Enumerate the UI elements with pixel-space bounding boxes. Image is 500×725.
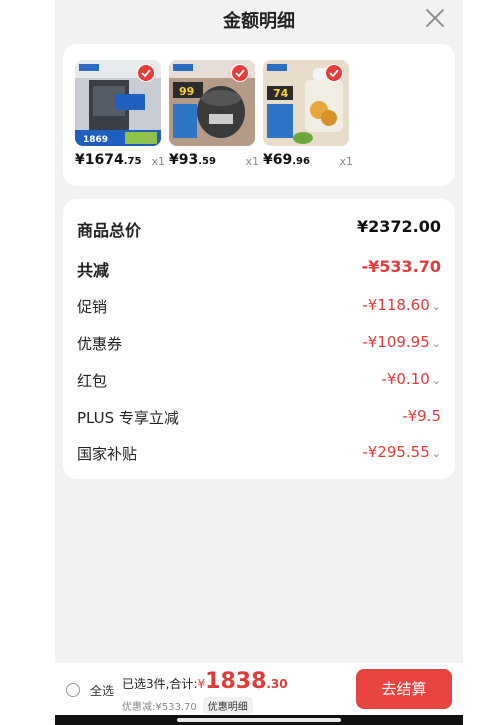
product-list-card: 1869 ¥1674.75 x1 99 ¥93.59 x1 74 ¥69.96 … xyxy=(63,44,455,186)
price-breakdown-card: 商品总价 ¥2372.00 共减 -¥533.70 促销 -¥118.60 ⌄ 优… xyxy=(63,199,455,479)
badge-text: 1869 xyxy=(83,135,108,145)
product-price-row: ¥93.59 x1 xyxy=(169,152,261,172)
sheet-header: 金额明细 xyxy=(55,0,463,40)
discount-row-promotion[interactable]: 促销 -¥118.60 ⌄ xyxy=(77,296,441,318)
checkout-button[interactable]: 去结算 xyxy=(356,669,452,709)
discount-label: PLUS 专享立减 xyxy=(77,409,179,427)
discount-row-red-packet[interactable]: 红包 -¥0.10 ⌄ xyxy=(77,370,441,392)
chevron-down-icon: ⌄ xyxy=(431,447,441,460)
total-integer: 1838 xyxy=(205,669,267,694)
product-qty: x1 xyxy=(151,155,165,168)
product-qty: x1 xyxy=(245,155,259,168)
discount-row-national-subsidy[interactable]: 国家补贴 -¥295.55 ⌄ xyxy=(77,443,441,465)
discount-label: 国家补贴 xyxy=(77,445,138,463)
product-item[interactable]: 74 ¥69.96 x1 xyxy=(263,60,355,170)
product-price: ¥93.59 xyxy=(169,152,216,168)
total-price-label: 商品总价 xyxy=(77,221,142,240)
selected-check-icon[interactable] xyxy=(325,64,343,82)
select-all-label[interactable]: 全选 xyxy=(90,682,114,699)
discount-row-coupon[interactable]: 优惠券 -¥109.95 ⌄ xyxy=(77,333,441,355)
home-indicator[interactable] xyxy=(177,718,341,722)
total-reduction-label: 共减 xyxy=(77,261,110,280)
chevron-down-icon: ⌄ xyxy=(431,374,441,387)
discount-value: -¥109.95 ⌄ xyxy=(362,333,441,351)
select-all-radio[interactable] xyxy=(66,683,80,697)
total-price-value: ¥2372.00 xyxy=(356,217,441,236)
total-reduction-row: 共减 -¥533.70 xyxy=(77,257,441,280)
product-price-row: ¥1674.75 x1 xyxy=(75,152,167,172)
product-qty: x1 xyxy=(339,155,353,168)
chevron-down-icon: ⌄ xyxy=(431,337,441,350)
total-currency: ¥ xyxy=(197,677,206,691)
sheet-title: 金额明细 xyxy=(223,11,295,32)
discount-value: -¥0.10 ⌄ xyxy=(381,370,441,388)
discount-value: -¥118.60 ⌄ xyxy=(362,296,441,314)
badge-text: 74 xyxy=(273,87,289,100)
order-total: 已选3件,合计:¥1838.30 xyxy=(122,669,288,694)
discount-row-plus: PLUS 专享立减 -¥9.5 xyxy=(77,407,441,429)
discount-amount: 优惠减:¥533.70 xyxy=(122,702,197,713)
selected-summary: 已选3件,合计: xyxy=(122,677,198,691)
discount-label: 红包 xyxy=(77,372,108,390)
product-item[interactable]: 1869 ¥1674.75 x1 xyxy=(75,60,167,170)
product-price: ¥69.96 xyxy=(263,152,310,168)
discount-label: 优惠券 xyxy=(77,335,123,353)
total-reduction-value: -¥533.70 xyxy=(361,257,441,276)
product-price: ¥1674.75 xyxy=(75,152,142,168)
checkout-bar: 全选 已选3件,合计:¥1838.30 优惠减:¥533.70 优惠明细 去结算 xyxy=(55,663,463,715)
amount-detail-sheet: 金额明细 1869 ¥1674.75 x1 99 ¥93.59 x1 74 ¥6… xyxy=(55,0,463,725)
selected-check-icon[interactable] xyxy=(231,64,249,82)
badge-text: 99 xyxy=(179,85,194,98)
close-icon[interactable] xyxy=(423,6,447,30)
discount-value: -¥9.5 xyxy=(402,407,441,425)
discount-label: 促销 xyxy=(77,298,108,316)
discount-detail-button[interactable]: 优惠明细 xyxy=(202,697,253,714)
selected-check-icon[interactable] xyxy=(137,64,155,82)
discount-value: -¥295.55 ⌄ xyxy=(362,443,441,461)
chevron-down-icon: ⌄ xyxy=(431,300,441,313)
product-price-row: ¥69.96 x1 xyxy=(263,152,355,172)
total-price-row: 商品总价 ¥2372.00 xyxy=(77,217,441,240)
total-decimal: .30 xyxy=(266,677,288,691)
discount-summary: 优惠减:¥533.70 优惠明细 xyxy=(122,697,253,714)
product-item[interactable]: 99 ¥93.59 x1 xyxy=(169,60,261,170)
